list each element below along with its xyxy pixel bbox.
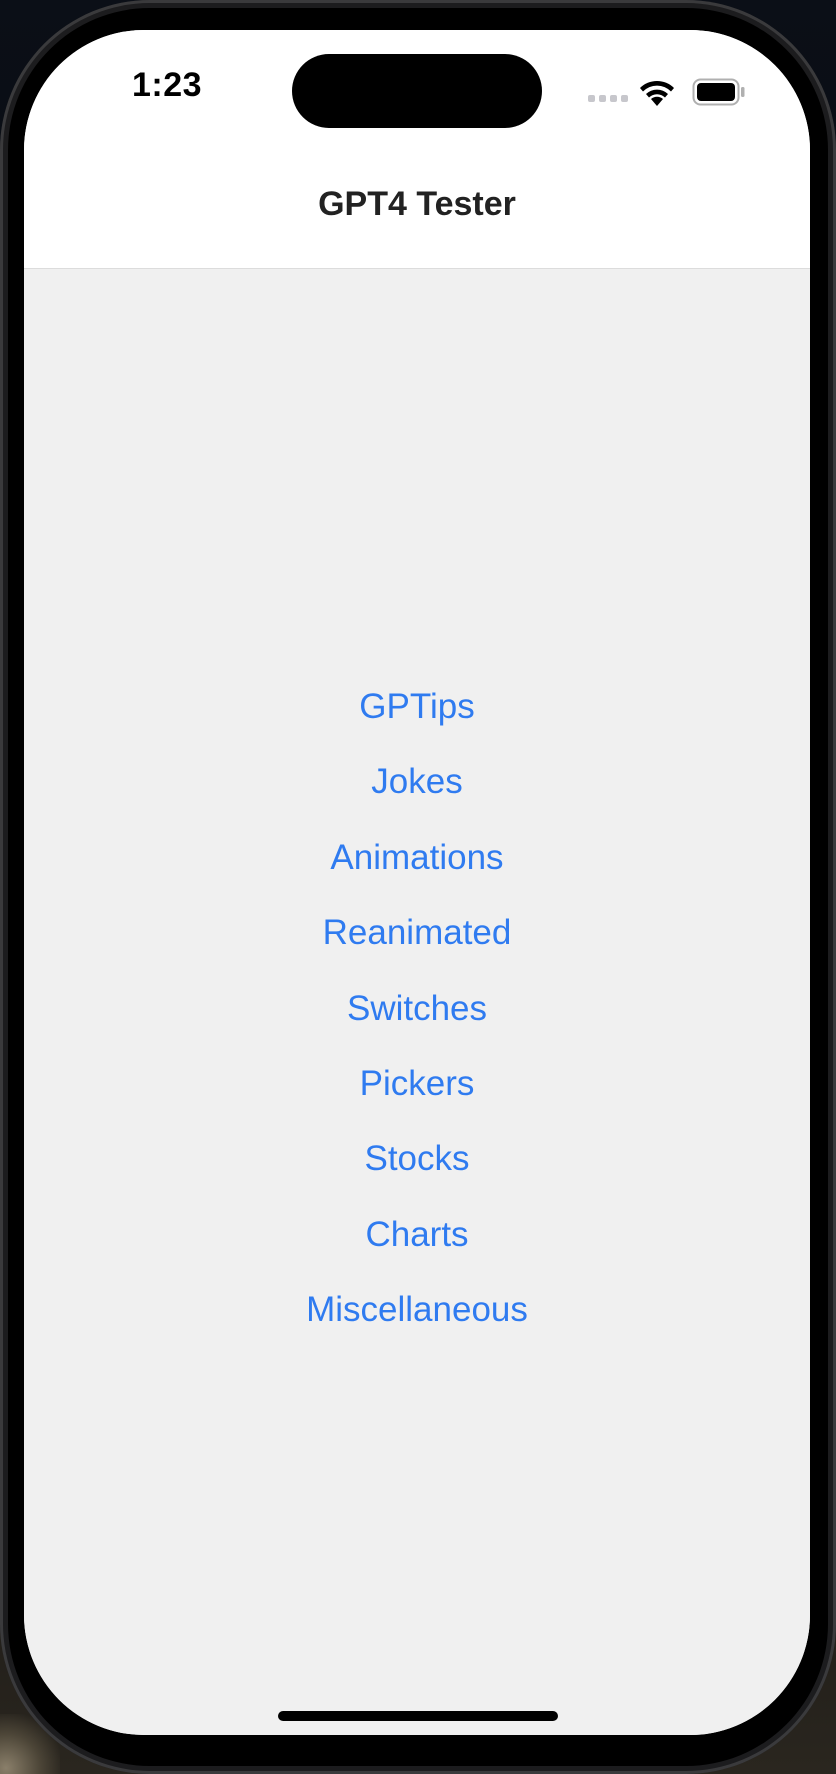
status-bar: 1:23 <box>24 30 810 140</box>
battery-icon <box>692 78 745 106</box>
status-time: 1:23 <box>132 66 203 104</box>
menu-item-charts[interactable]: Charts <box>24 1197 810 1272</box>
menu-item-reanimated[interactable]: Reanimated <box>24 895 810 970</box>
menu-list: GPTips Jokes Animations Reanimated Switc… <box>24 669 810 1348</box>
menu-item-stocks[interactable]: Stocks <box>24 1121 810 1196</box>
dynamic-island <box>292 54 542 128</box>
menu-item-animations[interactable]: Animations <box>24 820 810 895</box>
cellular-signal-icon <box>588 95 628 102</box>
home-indicator[interactable] <box>278 1711 558 1721</box>
menu-item-pickers[interactable]: Pickers <box>24 1046 810 1121</box>
phone-screen: 1:23 GPT4 Tester GPTips Jokes Animations… <box>24 30 810 1735</box>
menu-item-jokes[interactable]: Jokes <box>24 744 810 819</box>
menu-item-miscellaneous[interactable]: Miscellaneous <box>24 1272 810 1347</box>
main-content: GPTips Jokes Animations Reanimated Switc… <box>24 269 810 1735</box>
menu-item-switches[interactable]: Switches <box>24 971 810 1046</box>
page-title: GPT4 Tester <box>318 185 516 223</box>
wifi-icon <box>640 80 674 106</box>
menu-item-gptips[interactable]: GPTips <box>24 669 810 744</box>
navigation-bar: GPT4 Tester <box>24 140 810 269</box>
